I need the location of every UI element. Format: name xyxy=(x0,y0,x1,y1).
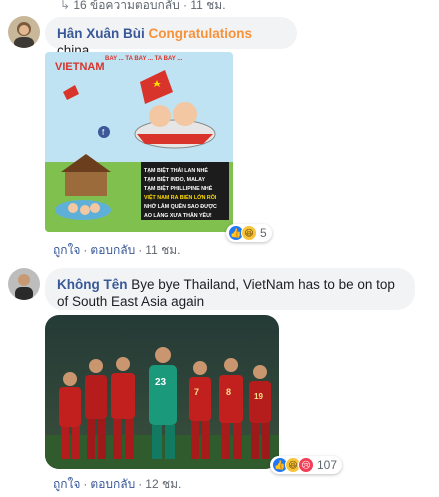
jersey-number: 23 xyxy=(155,377,167,388)
reply-link[interactable]: ตอบกลับ xyxy=(90,477,135,491)
view-replies-link[interactable]: ↳ 16 ข้อความตอบกลับ · 11 ชม. xyxy=(60,0,226,15)
reply-arrow-icon: ↳ xyxy=(60,0,71,12)
replies-text: 16 ข้อความตอบกลับ · 11 ชม. xyxy=(73,0,226,12)
comment-actions: ถูกใจ · ตอบกลับ · 11 ชม. xyxy=(53,243,181,257)
comment-image-meme[interactable]: f VIETNAM BAY ... TA BAY ... TA BAY ... … xyxy=(45,52,233,232)
like-link[interactable]: ถูกใจ xyxy=(53,243,80,257)
jersey-number: 7 xyxy=(194,387,199,397)
comment-bubble: Hân Xuân Bùi Congratulations china . xyxy=(45,17,297,58)
reaction-count: 107 xyxy=(317,458,338,472)
svg-text:VIỆT NAM RA BIỂN LỚN RỒI: VIỆT NAM RA BIỂN LỚN RỒI xyxy=(144,193,217,201)
timestamp[interactable]: 12 ชม. xyxy=(145,477,181,491)
jersey-number: 8 xyxy=(226,387,231,397)
svg-text:AO LÀNG XƯA THÂN YÊU!: AO LÀNG XƯA THÂN YÊU! xyxy=(144,211,212,219)
comment-image-photo[interactable]: 23 7 8 19 xyxy=(45,315,279,469)
sad-reaction-icon: 😢 xyxy=(298,457,314,473)
like-link[interactable]: ถูกใจ xyxy=(53,477,80,491)
svg-text:VIETNAM: VIETNAM xyxy=(55,61,105,73)
svg-text:BAY ... TA BAY ... TA BAY ...: BAY ... TA BAY ... TA BAY ... xyxy=(105,56,183,62)
avatar[interactable] xyxy=(8,16,40,48)
timestamp[interactable]: 11 ชม. xyxy=(145,243,180,257)
avatar[interactable] xyxy=(8,268,40,300)
svg-text:NHỚ LẮM QUÊN SAO ĐƯỢC: NHỚ LẮM QUÊN SAO ĐƯỢC xyxy=(144,202,217,210)
reply-link[interactable]: ตอบกลับ xyxy=(90,243,135,257)
reaction-summary[interactable]: 👍 😆 😢 107 xyxy=(270,456,343,474)
svg-text:TẠM BIỆT PHILLIPINE NHÉ: TẠM BIỆT PHILLIPINE NHÉ xyxy=(144,184,213,192)
jersey-number: 19 xyxy=(254,392,263,401)
comment-actions: ถูกใจ · ตอบกลับ · 12 ชม. xyxy=(53,477,182,491)
comment-highlight-text: Congratulations xyxy=(148,26,253,41)
author-name[interactable]: Không Tên xyxy=(57,277,128,292)
svg-text:TẠM BIỆT INDO, MALAY: TẠM BIỆT INDO, MALAY xyxy=(144,175,205,183)
author-name[interactable]: Hân Xuân Bùi xyxy=(57,26,145,41)
haha-reaction-icon: 😆 xyxy=(241,225,257,241)
reaction-count: 5 xyxy=(260,226,267,240)
comment-bubble: Không Tên Bye bye Thailand, VietNam has … xyxy=(45,268,415,310)
reaction-summary[interactable]: 👍 😆 5 xyxy=(226,224,272,242)
svg-text:TẠM BIỆT THÁI LAN NHÉ: TẠM BIỆT THÁI LAN NHÉ xyxy=(144,166,208,174)
